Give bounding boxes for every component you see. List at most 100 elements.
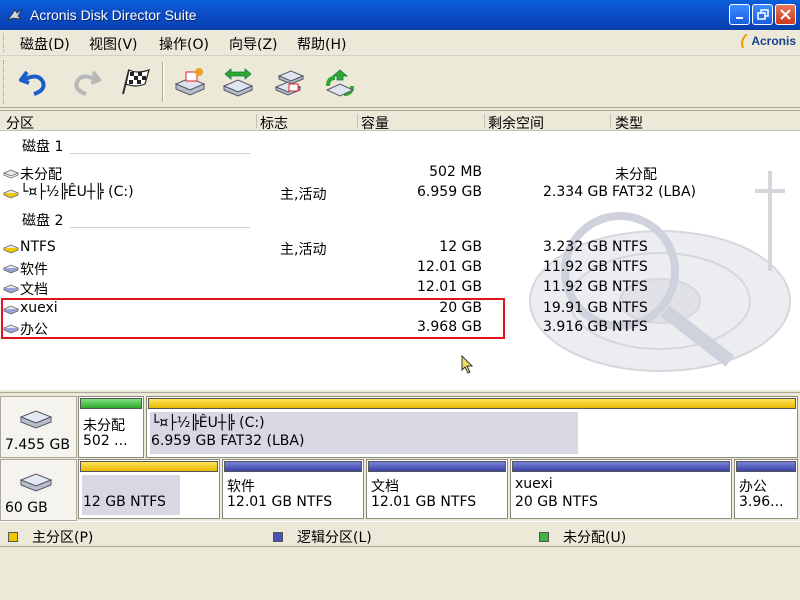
table-row[interactable]: 未分配 502 MB 未分配 [0, 163, 800, 183]
toolbar [0, 56, 800, 108]
row-flag: 主,活动 [280, 242, 327, 258]
disk-1-label[interactable]: 7.455 GB [0, 396, 77, 458]
row-name: 软件 [20, 262, 48, 278]
undo-button[interactable] [16, 64, 52, 100]
partition-name: xuexi [515, 476, 553, 492]
row-type: NTFS [612, 239, 648, 255]
acronis-logo-icon [741, 34, 748, 48]
menu-action[interactable]: 操作(O) [159, 34, 209, 54]
partition-info: 12.01 GB NTFS [227, 494, 333, 510]
row-capacity: 12 GB [439, 239, 482, 255]
group-divider [70, 153, 250, 154]
table-row[interactable]: 文档 12.01 GB 11.92 GB NTFS [0, 278, 800, 298]
commit-button[interactable] [118, 64, 154, 100]
partition-info: 3.96... [739, 494, 784, 510]
row-type: NTFS [612, 259, 648, 275]
recovery-button[interactable] [322, 64, 358, 100]
partition-color-bar [512, 461, 730, 472]
partition-info: 6.959 GB FAT32 (LBA) [151, 433, 305, 449]
menu-help[interactable]: 帮助(H) [297, 34, 346, 54]
row-free: 3.916 GB [543, 319, 608, 335]
partition-color-bar [80, 398, 142, 409]
minimize-button[interactable] [729, 4, 750, 25]
table-row[interactable]: └¤├½╠ÊU┼╠ (C:) 主,活动 6.959 GB 2.334 GB FA… [0, 183, 800, 203]
partition-color-bar [736, 461, 796, 472]
column-divider[interactable] [484, 114, 485, 128]
menu-wizard[interactable]: 向导(Z) [229, 34, 278, 54]
column-flag[interactable]: 标志 [260, 113, 288, 133]
hard-disk-icon [19, 473, 53, 492]
resize-partition-icon [222, 68, 254, 97]
table-row[interactable]: 软件 12.01 GB 11.92 GB NTFS [0, 258, 800, 278]
restore-button[interactable] [752, 4, 773, 25]
menu-view[interactable]: 视图(V) [89, 34, 138, 54]
partition-block-ntfs[interactable]: 12 GB NTFS [78, 459, 220, 519]
brand-logo: Acronis [739, 34, 796, 48]
legend-logical: 逻辑分区(L) [273, 527, 372, 547]
row-capacity: 6.959 GB [417, 184, 482, 200]
checkered-flag-icon [122, 69, 150, 95]
column-divider[interactable] [256, 114, 257, 128]
menu-grip[interactable] [3, 33, 6, 52]
partition-block-c[interactable]: └¤├½╠ÊU┼╠ (C:) 6.959 GB FAT32 (LBA) [146, 396, 798, 458]
disk-2-label[interactable]: 60 GB [0, 459, 77, 521]
partition-block-documents[interactable]: 文档 12.01 GB NTFS [366, 459, 508, 519]
column-divider[interactable] [357, 114, 358, 128]
menu-disk[interactable]: 磁盘(D) [20, 34, 70, 54]
partition-info: 12 GB NTFS [83, 494, 166, 510]
disk-map: 7.455 GB 未分配 502 ... └¤├½╠ÊU┼╠ (C:) 6.95… [0, 392, 800, 521]
row-type: NTFS [612, 319, 648, 335]
legend-unallocated: 未分配(U) [539, 527, 626, 547]
group-disk-2: 磁盘 2 [22, 213, 64, 229]
legend-logical-label: 逻辑分区(L) [297, 530, 372, 546]
window-title: Acronis Disk Director Suite [30, 7, 197, 23]
logical-swatch [273, 532, 283, 542]
title-bar[interactable]: Acronis Disk Director Suite [0, 0, 800, 30]
app-icon [6, 8, 23, 21]
primary-partition-icon [3, 244, 19, 254]
partition-name: └¤├½╠ÊU┼╠ (C:) [151, 415, 265, 431]
toolbar-separator [162, 62, 164, 102]
copy-partition-button[interactable] [272, 64, 308, 100]
partition-info: 12.01 GB NTFS [371, 494, 477, 510]
table-row[interactable]: NTFS 主,活动 12 GB 3.232 GB NTFS [0, 238, 800, 258]
redo-button[interactable] [68, 64, 104, 100]
partition-block-office[interactable]: 办公 3.96... [734, 459, 798, 519]
partition-list[interactable]: 分区 标志 容量 剩余空间 类型 磁盘 1 未分配 502 MB 未分配 └¤├… [0, 110, 800, 390]
disk-size: 60 GB [5, 500, 48, 516]
row-free: 2.334 GB [543, 184, 608, 200]
row-free: 3.232 GB [543, 239, 608, 255]
column-capacity[interactable]: 容量 [361, 113, 389, 133]
column-free[interactable]: 剩余空间 [488, 113, 544, 133]
row-capacity: 12.01 GB [417, 259, 482, 275]
logical-partition-icon [3, 264, 19, 274]
partition-block-unallocated[interactable]: 未分配 502 ... [78, 396, 144, 458]
undo-icon [19, 70, 46, 96]
resize-partition-button[interactable] [220, 64, 256, 100]
column-divider[interactable] [610, 114, 611, 128]
partition-color-bar [80, 461, 218, 472]
partition-info: 502 ... [83, 433, 128, 449]
column-type[interactable]: 类型 [615, 113, 643, 133]
partition-block-software[interactable]: 软件 12.01 GB NTFS [222, 459, 364, 519]
partition-block-xuexi[interactable]: xuexi 20 GB NTFS [510, 459, 732, 519]
menu-bar: 磁盘(D) 视图(V) 操作(O) 向导(Z) 帮助(H) Acronis [0, 30, 800, 56]
create-partition-button[interactable] [172, 64, 208, 100]
disk-size: 7.455 GB [5, 437, 70, 453]
row-type: NTFS [612, 300, 648, 316]
toolbar-grip[interactable] [3, 60, 6, 104]
row-type: NTFS [612, 279, 648, 295]
group-divider [70, 227, 250, 228]
close-button[interactable] [775, 4, 796, 25]
mouse-cursor-icon [461, 355, 474, 374]
row-free: 19.91 GB [543, 300, 608, 316]
partition-info: 20 GB NTFS [515, 494, 598, 510]
column-partition[interactable]: 分区 [6, 113, 34, 133]
redo-icon [74, 70, 101, 96]
partition-name: 文档 [371, 479, 399, 495]
create-partition-icon [174, 68, 206, 96]
row-free: 11.92 GB [543, 279, 608, 295]
partition-name: 办公 [739, 479, 767, 495]
row-capacity: 12.01 GB [417, 279, 482, 295]
close-icon [780, 9, 791, 20]
